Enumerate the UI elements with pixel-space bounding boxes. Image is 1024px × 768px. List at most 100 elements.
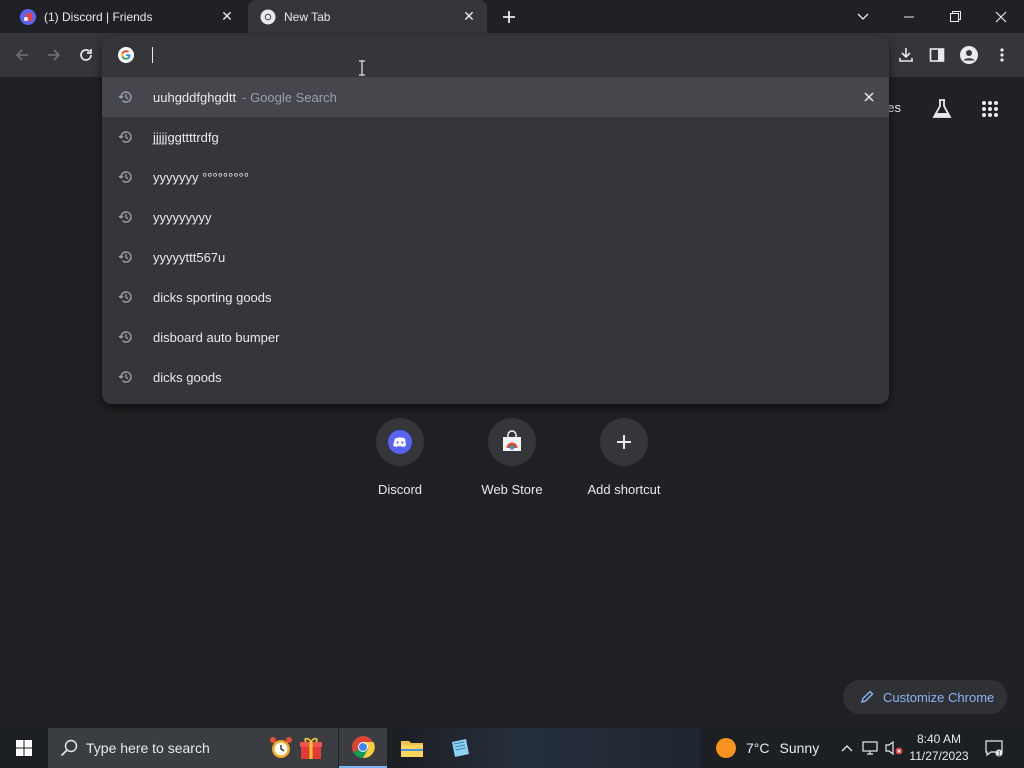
tab-close-icon[interactable]: ✕ [217,7,237,27]
chevron-down-icon [857,13,869,20]
sun-icon [716,738,736,758]
history-icon [118,251,132,263]
show-hidden-icons-button[interactable] [838,728,856,768]
minimize-button[interactable] [886,0,932,33]
tab-close-icon[interactable]: ✕ [459,7,479,27]
minimize-icon [904,16,914,17]
google-apps-button[interactable] [976,95,1004,123]
shortcut-icon-container [376,418,424,466]
tab-discord[interactable]: (1) Discord | Friends ✕ [8,0,245,33]
shortcut-label: Discord [377,482,423,497]
weather-temp: 7°C [746,740,770,756]
discord-favicon-icon [20,8,36,25]
gift-icon [300,737,322,759]
search-placeholder: Type here to search [86,740,210,756]
omnibox-suggestion[interactable]: jjjjjggttttrdfg [102,117,889,157]
close-icon [864,92,874,102]
shortcut-discord[interactable]: Discord [344,418,456,510]
profile-button[interactable] [955,41,983,69]
omnibox-suggestion[interactable]: dicks goods [102,357,889,397]
suggestion-text: disboard auto bumper [153,329,280,345]
omnibox-suggestion[interactable]: disboard auto bumper [102,317,889,357]
apps-grid-icon [982,101,998,117]
reload-button[interactable] [72,41,100,69]
web-store-icon [503,430,521,451]
omnibox-dropdown: uuhgddfghgdtt - Google Search jjjjjggttt… [102,36,889,404]
omnibox-suggestion[interactable]: uuhgddfghgdtt - Google Search [102,77,889,117]
arrow-left-icon [15,49,28,61]
back-button[interactable] [8,41,36,69]
suggestion-suffix: - Google Search [242,89,337,105]
shortcut-label: Add shortcut [587,482,661,497]
history-icon [118,331,132,343]
omnibox-suggestion[interactable]: yyyyyttt567u [102,237,889,277]
history-icon [118,371,132,383]
volume-button[interactable] [884,728,904,768]
downloads-button[interactable] [892,41,920,69]
suggestion-text: jjjjjggttttrdfg [153,129,219,145]
add-shortcut-button[interactable]: Add shortcut [568,418,680,510]
history-icon [118,91,132,103]
remove-suggestion-button[interactable] [859,87,879,107]
windows-logo-icon [16,740,32,756]
omnibox-suggestion[interactable]: dicks sporting goods [102,277,889,317]
shortcut-label: Web Store [481,482,543,497]
download-icon [899,48,913,62]
alarm-clock-icon [270,737,292,758]
forward-button[interactable] [40,41,68,69]
clock-time: 8:40 AM [916,732,962,746]
close-window-button[interactable] [978,0,1024,33]
omnibox-suggestion-list: uuhgddfghgdtt - Google Search jjjjjggttt… [102,77,889,397]
close-icon [995,11,1007,22]
notifications-button[interactable]: 1 [980,728,1008,768]
windows-taskbar: Type here to search 7°C Sunny 8:40 AM 11… [0,728,1024,768]
taskbar-notepad[interactable] [436,728,484,768]
weather-widget[interactable]: 7°C Sunny [716,728,819,768]
chrome-icon [352,736,375,759]
suggestion-text: yyyyyyy °°°°°°°°° [153,169,249,185]
taskbar-search-box[interactable]: Type here to search [48,728,338,768]
omnibox[interactable] [102,36,889,76]
taskbar-chrome[interactable] [339,728,387,768]
suggestion-text: yyyyyttt567u [153,249,226,265]
history-icon [118,171,132,183]
chrome-favicon-icon [260,9,276,24]
side-panel-button[interactable] [923,41,951,69]
network-button[interactable] [860,728,882,768]
labs-button[interactable] [928,95,956,123]
pencil-icon [860,690,874,704]
shortcut-icon-container [488,418,536,466]
more-vert-icon [1000,48,1004,62]
new-tab-button[interactable] [498,6,520,28]
customize-chrome-button[interactable]: Customize Chrome [843,680,1007,714]
search-icon [60,739,78,757]
tab-strip: (1) Discord | Friends ✕ New Tab ✕ [0,0,1024,33]
notepad-icon [452,739,469,757]
customize-label: Customize Chrome [883,689,995,705]
tab-title: (1) Discord | Friends [44,9,153,24]
start-button[interactable] [0,728,48,768]
tab-title: New Tab [284,9,331,24]
suggestion-text: dicks sporting goods [153,289,272,305]
notification-icon: 1 [985,740,1003,757]
taskbar-file-explorer[interactable] [388,728,436,768]
restore-button[interactable] [932,0,978,33]
history-icon [118,291,132,303]
menu-button[interactable] [988,41,1016,69]
omnibox-suggestion[interactable]: yyyyyyy °°°°°°°°° [102,157,889,197]
shortcut-icon-container [600,418,648,466]
omnibox-input[interactable] [156,42,856,68]
omnibox-suggestion[interactable]: yyyyyyyyy [102,197,889,237]
taskbar-clock[interactable]: 8:40 AM 11/27/2023 [904,731,974,765]
tab-new-tab[interactable]: New Tab ✕ [248,0,487,33]
shortcut-web-store[interactable]: Web Store [456,418,568,510]
arrow-right-icon [48,49,61,61]
discord-icon [388,430,412,454]
network-icon [862,741,878,755]
clock-date: 11/27/2023 [909,749,969,763]
reload-icon [80,49,92,61]
side-panel-icon [929,48,945,62]
plus-icon [617,435,631,449]
tab-search-button[interactable] [840,0,886,33]
history-icon [118,211,132,223]
